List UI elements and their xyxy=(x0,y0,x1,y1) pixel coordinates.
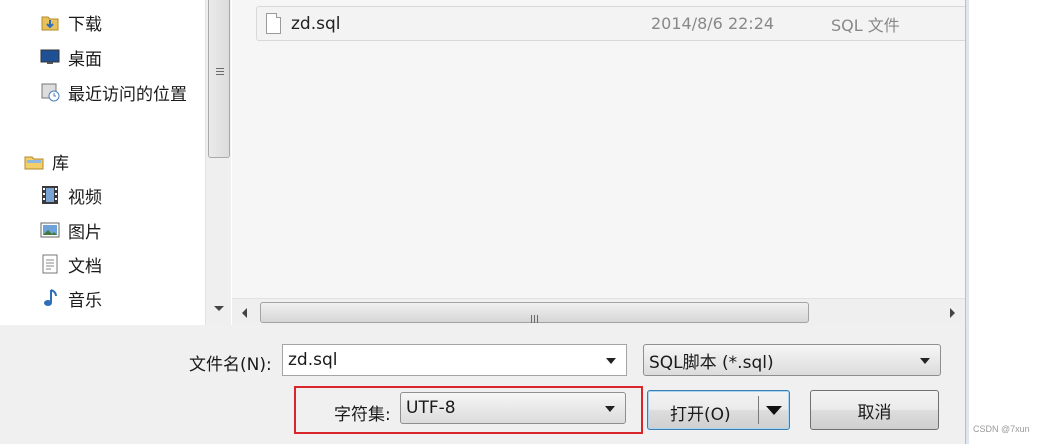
nav-item-label: 库 xyxy=(52,153,69,174)
open-button[interactable]: 打开(O) xyxy=(647,390,790,430)
highlight-annotation-box xyxy=(294,386,643,434)
file-list: zd.sql 2014/8/6 22:24 SQL 文件 xyxy=(232,0,967,298)
file-icon xyxy=(266,13,281,34)
file-row[interactable]: zd.sql 2014/8/6 22:24 SQL 文件 xyxy=(256,6,967,41)
file-type-filter-select[interactable]: SQL脚本 (*.sql) xyxy=(643,344,941,376)
filename-combobox[interactable]: zd.sql xyxy=(282,344,627,376)
nav-scroll-thumb[interactable] xyxy=(208,0,230,158)
cancel-button[interactable]: 取消 xyxy=(810,390,939,430)
filename-label: 文件名(N): xyxy=(189,355,272,375)
nav-vertical-scrollbar[interactable] xyxy=(205,0,231,325)
file-type: SQL 文件 xyxy=(831,15,900,35)
library-icon xyxy=(24,151,44,171)
desktop-icon xyxy=(40,47,60,67)
scroll-right-icon[interactable] xyxy=(950,308,955,318)
navigation-pane: 下载 桌面 最近访问的位置 库 视频 图片 文档 音乐 xyxy=(0,0,205,325)
file-list-horizontal-scrollbar[interactable] xyxy=(232,298,965,326)
nav-item-label: 视频 xyxy=(68,187,102,208)
file-type-filter-value: SQL脚本 (*.sql) xyxy=(649,352,774,373)
file-modified-date: 2014/8/6 22:24 xyxy=(651,14,775,33)
chevron-down-icon xyxy=(920,358,930,364)
nav-item-music[interactable]: 音乐 xyxy=(40,284,102,312)
video-icon xyxy=(40,185,60,205)
nav-item-label: 下载 xyxy=(68,14,102,35)
download-folder-icon xyxy=(40,12,60,32)
scroll-down-icon[interactable] xyxy=(214,306,224,311)
nav-item-desktop[interactable]: 桌面 xyxy=(40,43,102,71)
open-button-label: 打开(O) xyxy=(670,405,731,425)
filename-input[interactable]: zd.sql xyxy=(288,350,338,370)
horizontal-scroll-thumb[interactable] xyxy=(260,302,809,323)
chevron-down-icon[interactable] xyxy=(606,358,616,364)
nav-item-label: 最近访问的位置 xyxy=(68,84,187,105)
nav-item-pictures[interactable]: 图片 xyxy=(40,216,102,244)
nav-item-label: 文档 xyxy=(68,256,102,277)
file-name: zd.sql xyxy=(291,13,341,34)
nav-item-video[interactable]: 视频 xyxy=(40,181,102,209)
window-border xyxy=(965,0,969,444)
nav-item-label: 音乐 xyxy=(68,290,102,311)
music-icon xyxy=(40,288,60,308)
nav-item-label: 图片 xyxy=(68,222,102,243)
nav-item-downloads[interactable]: 下载 xyxy=(40,8,102,36)
recent-places-icon xyxy=(40,82,60,102)
open-options-arrow-icon[interactable] xyxy=(766,406,782,415)
picture-icon xyxy=(40,220,60,240)
cancel-button-label: 取消 xyxy=(857,402,892,423)
nav-item-label: 桌面 xyxy=(68,49,102,70)
scroll-left-icon[interactable] xyxy=(242,308,247,318)
document-icon xyxy=(40,254,60,274)
nav-item-recent[interactable]: 最近访问的位置 xyxy=(40,78,187,106)
watermark: CSDN @7xun xyxy=(973,424,1030,434)
nav-item-documents[interactable]: 文档 xyxy=(40,250,102,278)
nav-item-library[interactable]: 库 xyxy=(24,147,69,175)
